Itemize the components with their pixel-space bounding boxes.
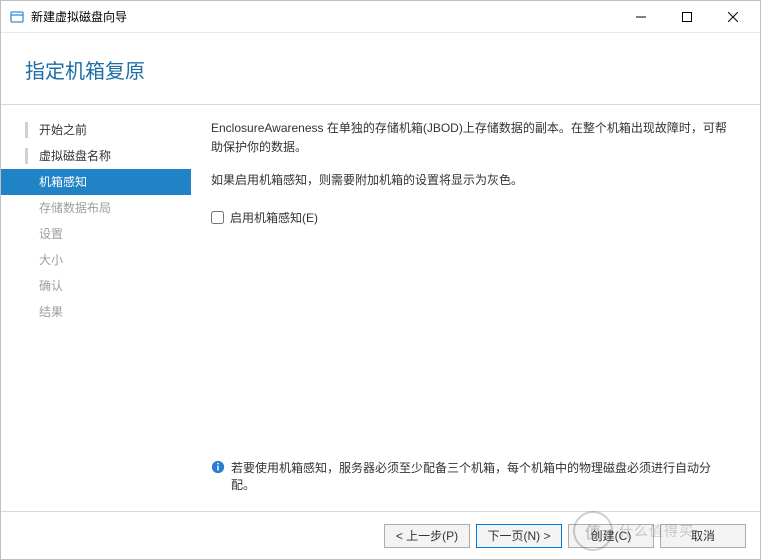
wizard-footer: < 上一步(P) 下一页(N) > 创建(C) 取消 值 什么值得买 <box>1 511 760 559</box>
enable-enclosure-label: 启用机箱感知(E) <box>230 209 318 226</box>
wizard-window: 新建虚拟磁盘向导 指定机箱复原 开始之前 虚拟磁盘名称 机箱感知 存储数据布局 … <box>0 0 761 560</box>
enable-enclosure-row[interactable]: 启用机箱感知(E) <box>211 209 734 226</box>
titlebar: 新建虚拟磁盘向导 <box>1 1 760 33</box>
window-controls <box>618 1 756 32</box>
nav-step-result: 结果 <box>1 299 191 325</box>
nav-step-disk-name[interactable]: 虚拟磁盘名称 <box>1 143 191 169</box>
nav-step-enclosure[interactable]: 机箱感知 <box>1 169 191 195</box>
nav-step-begin[interactable]: 开始之前 <box>1 117 191 143</box>
prev-button[interactable]: < 上一步(P) <box>384 524 470 548</box>
description-2: 如果启用机箱感知，则需要附加机箱的设置将显示为灰色。 <box>211 171 734 190</box>
nav-step-layout: 存储数据布局 <box>1 195 191 221</box>
close-button[interactable] <box>710 1 756 32</box>
spacer <box>211 226 734 459</box>
app-icon <box>9 9 25 25</box>
info-icon <box>211 460 225 474</box>
create-button[interactable]: 创建(C) <box>568 524 654 548</box>
info-row: 若要使用机箱感知，服务器必须至少配备三个机箱，每个机箱中的物理磁盘必须进行自动分… <box>211 459 734 503</box>
next-button[interactable]: 下一页(N) > <box>476 524 562 548</box>
wizard-header: 指定机箱复原 <box>1 33 760 105</box>
minimize-button[interactable] <box>618 1 664 32</box>
nav-step-size: 大小 <box>1 247 191 273</box>
enable-enclosure-checkbox[interactable] <box>211 211 224 224</box>
wizard-body: 开始之前 虚拟磁盘名称 机箱感知 存储数据布局 设置 大小 确认 结果 Encl… <box>1 105 760 511</box>
page-heading: 指定机箱复原 <box>25 55 760 84</box>
description-1: EnclosureAwareness 在单独的存储机箱(JBOD)上存储数据的副… <box>211 119 734 157</box>
content-pane: EnclosureAwareness 在单独的存储机箱(JBOD)上存储数据的副… <box>191 105 760 511</box>
step-nav: 开始之前 虚拟磁盘名称 机箱感知 存储数据布局 设置 大小 确认 结果 <box>1 105 191 511</box>
window-title: 新建虚拟磁盘向导 <box>31 8 618 25</box>
cancel-button[interactable]: 取消 <box>660 524 746 548</box>
maximize-button[interactable] <box>664 1 710 32</box>
nav-step-confirm: 确认 <box>1 273 191 299</box>
info-text: 若要使用机箱感知，服务器必须至少配备三个机箱，每个机箱中的物理磁盘必须进行自动分… <box>231 459 734 493</box>
nav-step-settings: 设置 <box>1 221 191 247</box>
